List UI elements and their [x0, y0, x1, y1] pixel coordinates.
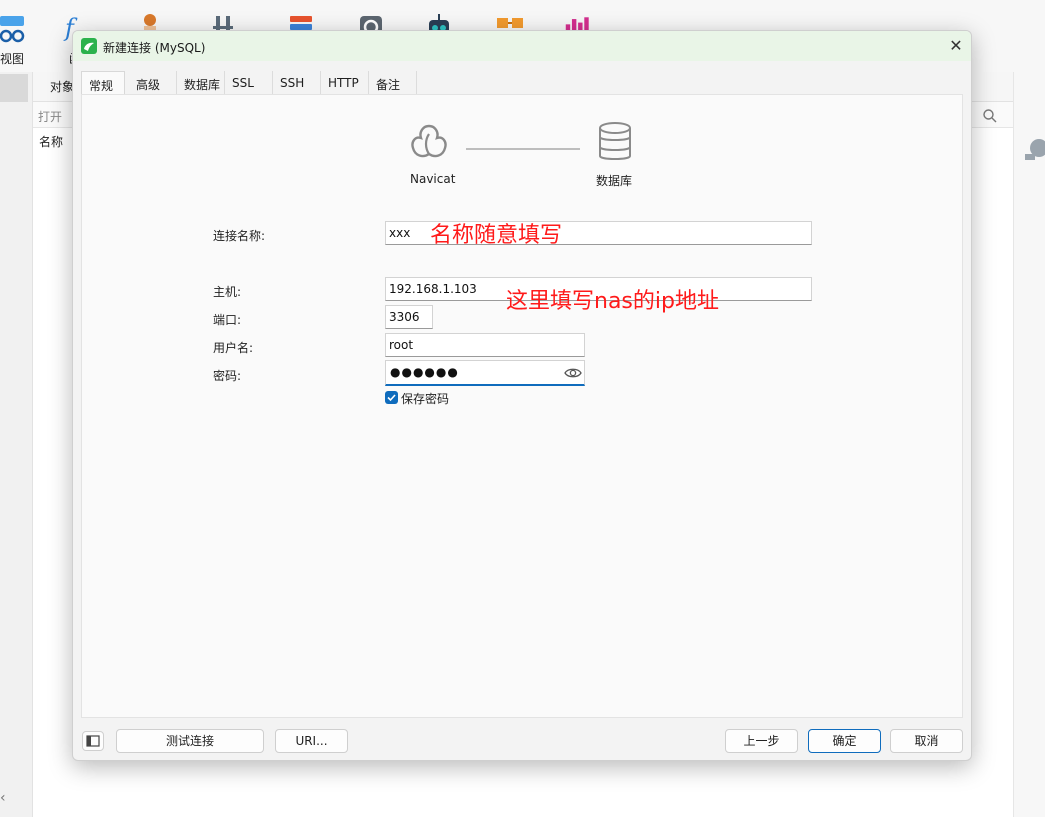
tab-general[interactable]: 常规	[81, 71, 125, 96]
password-masked-value: ●●●●●●	[390, 365, 459, 379]
save-password-label: 保存密码	[401, 392, 450, 406]
collapse-chevron-icon[interactable]: ‹	[0, 790, 6, 806]
test-connection-button[interactable]: 测试连接	[116, 729, 264, 753]
name-column-header: 名称	[39, 135, 64, 149]
sidebar-toggle-button[interactable]	[82, 731, 104, 751]
username-input[interactable]	[385, 333, 585, 357]
save-password-checkbox[interactable]	[385, 391, 398, 404]
connection-name-label: 连接名称:	[213, 229, 266, 243]
left-rail	[0, 72, 33, 817]
wrench-icon	[1025, 139, 1045, 160]
annotation-host-note: 这里填写nas的ip地址	[506, 289, 719, 314]
tab-notes[interactable]: 备注	[369, 71, 417, 95]
view-icon[interactable]	[0, 14, 26, 44]
checkmark-icon	[387, 394, 396, 402]
password-label: 密码:	[213, 369, 242, 383]
general-tab-panel	[81, 94, 963, 718]
username-label: 用户名:	[213, 341, 254, 355]
host-label: 主机:	[213, 285, 242, 299]
navicat-logo-icon	[81, 38, 97, 54]
panel-icon	[86, 735, 100, 747]
diagram-navicat-label: Navicat	[410, 172, 456, 186]
tab-ssl[interactable]: SSL	[225, 71, 273, 95]
connection-line	[466, 148, 580, 150]
diagram-database-label: 数据库	[596, 174, 633, 188]
new-connection-dialog: 新建连接 (MySQL) ✕ 常规 高级 数据库 SSL SSH HTTP 备注…	[72, 30, 972, 761]
dialog-title: 新建连接 (MySQL)	[103, 41, 206, 55]
tab-databases[interactable]: 数据库	[177, 71, 225, 95]
show-password-eye-icon[interactable]	[564, 366, 582, 380]
dialog-titlebar	[73, 31, 971, 61]
previous-button[interactable]: 上一步	[725, 729, 798, 753]
tab-advanced[interactable]: 高级	[129, 71, 177, 95]
toolbar-view-label: 视图	[0, 52, 25, 66]
close-icon[interactable]: ✕	[945, 36, 967, 56]
ok-button[interactable]: 确定	[808, 729, 881, 753]
tab-ssh[interactable]: SSH	[273, 71, 321, 95]
database-icon	[599, 122, 631, 160]
right-panel	[1013, 72, 1045, 817]
left-rail-selected[interactable]	[0, 74, 28, 102]
port-label: 端口:	[213, 313, 242, 327]
annotation-name-note: 名称随意填写	[430, 223, 563, 248]
password-input[interactable]: ●●●●●●	[385, 360, 585, 386]
tab-http[interactable]: HTTP	[321, 71, 369, 95]
navicat-icon	[411, 124, 447, 158]
open-button[interactable]: 打开	[38, 108, 62, 125]
uri-button[interactable]: URI...	[275, 729, 348, 753]
port-input[interactable]	[385, 305, 433, 329]
cancel-button[interactable]: 取消	[890, 729, 963, 753]
search-icon[interactable]	[982, 108, 998, 124]
object-tab[interactable]: 对象	[50, 78, 74, 95]
